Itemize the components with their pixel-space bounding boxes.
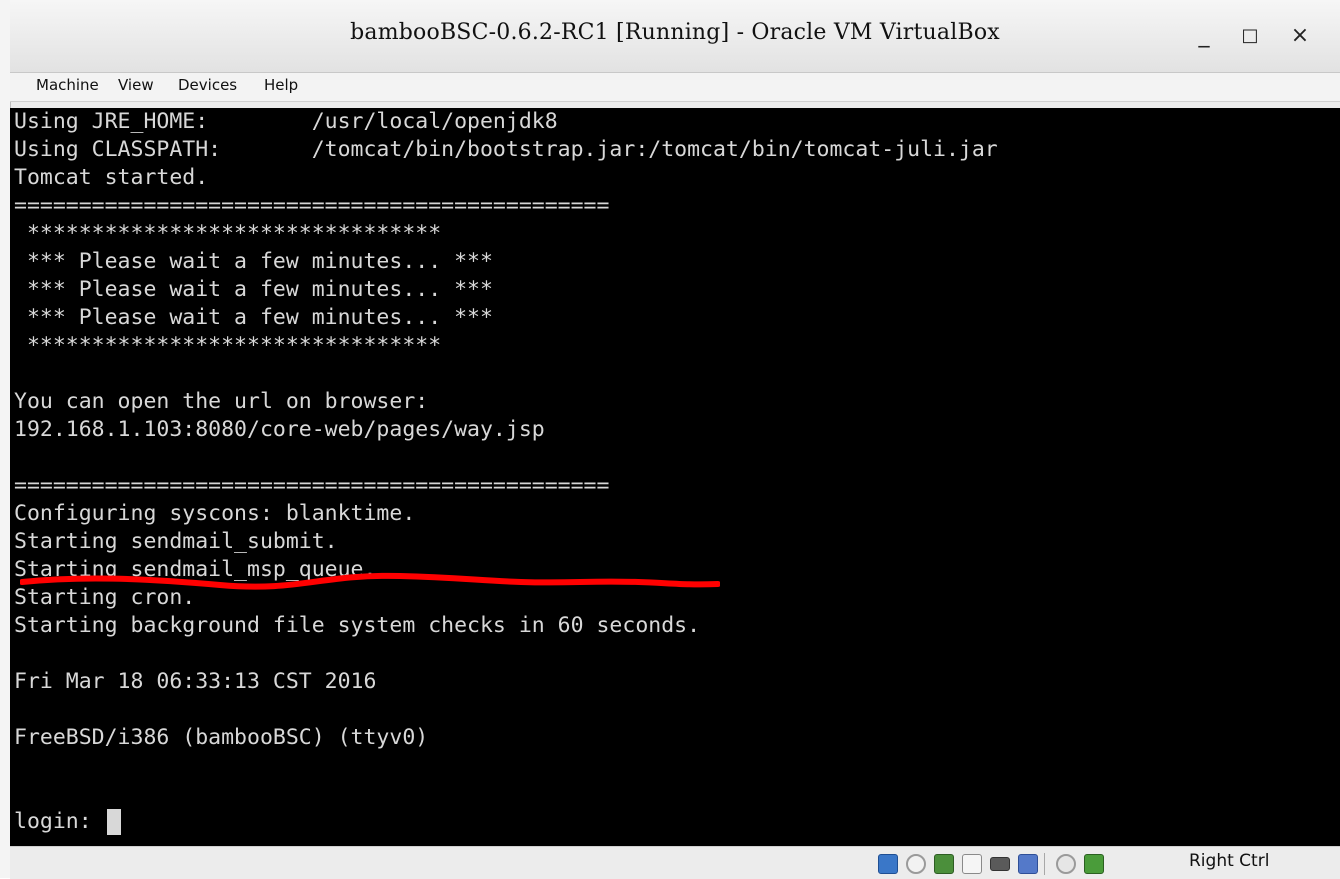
console-line: ========================================… (14, 193, 610, 218)
console-line: You can open the url on browser: (14, 389, 429, 414)
status-bar: Right Ctrl (10, 846, 1340, 879)
console-line: Starting background file system checks i… (14, 613, 701, 638)
menu-bar: Machine View Devices Help (10, 73, 1340, 102)
virtualbox-window: bambooBSC-0.6.2-RC1 [Running] - Oracle V… (0, 0, 1340, 879)
minimize-button[interactable]: _ (1186, 18, 1222, 52)
menu-devices[interactable]: Devices (178, 76, 237, 94)
console-line: ******************************** (14, 333, 442, 358)
text-cursor (106, 809, 121, 835)
optical-drive-icon[interactable] (906, 854, 926, 874)
close-button[interactable]: × (1282, 18, 1318, 52)
console-line: Starting sendmail_submit. (14, 529, 338, 554)
menu-machine[interactable]: Machine (36, 76, 99, 94)
network-status-icon[interactable] (878, 854, 898, 874)
usb-icon[interactable] (990, 857, 1010, 871)
network-adapter-icon[interactable] (934, 854, 954, 874)
console-line: Tomcat started. (14, 165, 209, 190)
menu-help[interactable]: Help (264, 76, 298, 94)
console-line: *** Please wait a few minutes... *** (14, 249, 493, 274)
console-line: Fri Mar 18 06:33:13 CST 2016 (14, 669, 377, 694)
console-url-line: 192.168.1.103:8080/core-web/pages/way.js… (14, 417, 545, 442)
cpu-vt-icon[interactable] (1018, 854, 1038, 874)
console-line: ========================================… (14, 473, 610, 498)
login-prompt[interactable]: login: (14, 808, 121, 836)
console-line: FreeBSD/i386 (bambooBSC) (ttyv0) (14, 725, 429, 750)
vm-console[interactable]: Using JRE_HOME: /usr/local/openjdk8 Usin… (10, 108, 1340, 846)
console-line: Using CLASSPATH: /tomcat/bin/bootstrap.j… (14, 137, 998, 162)
status-separator (1044, 853, 1045, 875)
host-key-label: Right Ctrl (1189, 851, 1270, 871)
mouse-integration-icon[interactable] (1056, 854, 1076, 874)
maximize-button[interactable]: □ (1232, 18, 1268, 52)
console-line: *** Please wait a few minutes... *** (14, 305, 493, 330)
keyboard-capture-icon[interactable] (1084, 854, 1104, 874)
menu-view[interactable]: View (118, 76, 154, 94)
console-line: *** Please wait a few minutes... *** (14, 277, 493, 302)
login-label: login: (14, 809, 105, 834)
console-line: Configuring syscons: blanktime. (14, 501, 416, 526)
console-line: Using JRE_HOME: /usr/local/openjdk8 (14, 109, 558, 134)
window-title: bambooBSC-0.6.2-RC1 [Running] - Oracle V… (350, 20, 1000, 45)
shared-folder-icon[interactable] (962, 854, 982, 874)
red-underline-annotation (20, 572, 720, 590)
console-line: ******************************** (14, 221, 442, 246)
title-bar[interactable]: bambooBSC-0.6.2-RC1 [Running] - Oracle V… (10, 0, 1340, 73)
